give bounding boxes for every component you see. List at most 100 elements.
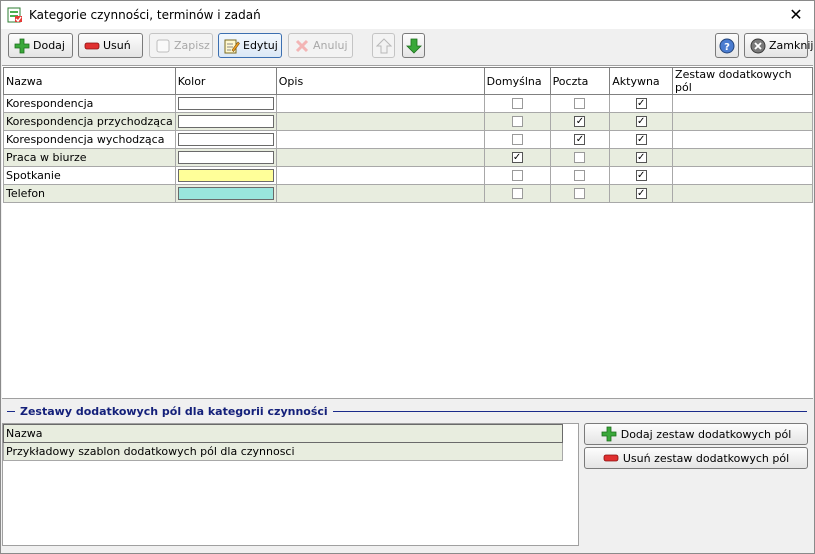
minus-icon	[603, 454, 619, 462]
arrow-down-icon	[406, 38, 422, 54]
default-checkbox[interactable]	[511, 188, 523, 199]
category-description-cell[interactable]	[275, 166, 485, 185]
table-row[interactable]: Korespondencja przychodząca ✓ ✓	[3, 112, 813, 131]
category-default-cell	[483, 94, 551, 113]
category-name-cell[interactable]: Korespondencja przychodząca	[3, 112, 176, 131]
categories-grid[interactable]: Nazwa Kolor Opis Domyślna Poczta Aktywna…	[2, 65, 813, 399]
field-sets-grid[interactable]: Nazwa Przykładowy szablon dodatkowych pó…	[2, 423, 579, 546]
column-header-active[interactable]: Aktywna	[609, 67, 674, 95]
category-name-cell[interactable]: Korespondencja	[3, 94, 176, 113]
plus-icon	[14, 38, 30, 53]
categories-table: Nazwa Kolor Opis Domyślna Poczta Aktywna…	[3, 67, 813, 203]
add-button[interactable]: Dodaj	[8, 33, 73, 58]
category-active-cell: ✓	[609, 94, 674, 113]
edit-button[interactable]: Edytuj	[218, 33, 282, 58]
column-header-field-set-name[interactable]: Nazwa	[3, 424, 563, 443]
category-default-cell	[483, 130, 551, 149]
edit-icon	[224, 39, 240, 53]
default-checkbox[interactable]	[511, 170, 523, 181]
category-name-cell[interactable]: Korespondencja wychodząca	[3, 130, 176, 149]
active-checkbox[interactable]: ✓	[635, 134, 647, 145]
window-title: Kategorie czynności, terminów i zadań	[29, 8, 261, 22]
category-default-cell: ✓	[483, 148, 551, 167]
category-description-cell[interactable]	[275, 148, 485, 167]
category-default-cell	[483, 166, 551, 185]
column-header-name[interactable]: Nazwa	[3, 67, 176, 95]
column-header-default[interactable]: Domyślna	[483, 67, 551, 95]
arrow-up-icon	[376, 37, 392, 53]
column-header-description[interactable]: Opis	[275, 67, 485, 95]
column-header-field-set[interactable]: Zestaw dodatkowych pól	[672, 67, 813, 95]
category-name-cell[interactable]: Telefon	[3, 184, 176, 203]
svg-text:?: ?	[724, 42, 730, 53]
category-field-set-cell[interactable]	[672, 166, 813, 185]
dialog-window: Kategorie czynności, terminów i zadań ✕ …	[0, 0, 815, 554]
category-color-cell[interactable]	[174, 166, 277, 185]
category-color-cell[interactable]	[174, 112, 277, 131]
help-button[interactable]: ?	[715, 33, 739, 58]
field-sets-section-header: Zestawy dodatkowych pól dla kategorii cz…	[7, 403, 807, 419]
category-color-cell[interactable]	[174, 130, 277, 149]
default-checkbox[interactable]: ✓	[511, 152, 523, 163]
table-row[interactable]: Telefon ✓	[3, 184, 813, 203]
category-field-set-cell[interactable]	[672, 184, 813, 203]
move-down-button[interactable]	[402, 33, 425, 58]
column-header-color[interactable]: Kolor	[174, 67, 277, 95]
active-checkbox[interactable]: ✓	[635, 152, 647, 163]
active-checkbox[interactable]: ✓	[635, 98, 647, 109]
category-mail-cell: ✓	[549, 130, 611, 149]
table-row[interactable]: Spotkanie ✓	[3, 166, 813, 185]
close-window-button[interactable]: ✕	[786, 5, 806, 25]
category-field-set-cell[interactable]	[672, 94, 813, 113]
mail-checkbox[interactable]	[574, 170, 586, 181]
table-row[interactable]: Praca w biurze ✓ ✓	[3, 148, 813, 167]
color-swatch	[177, 187, 274, 200]
category-field-set-cell[interactable]	[672, 148, 813, 167]
close-button[interactable]: Zamknij	[744, 33, 813, 58]
default-checkbox[interactable]	[511, 116, 523, 127]
move-up-button[interactable]	[372, 33, 395, 58]
category-name-cell[interactable]: Spotkanie	[3, 166, 176, 185]
mail-checkbox[interactable]: ✓	[574, 116, 586, 127]
active-checkbox[interactable]: ✓	[635, 170, 647, 181]
cancel-button[interactable]: Anuluj	[288, 33, 353, 58]
category-description-cell[interactable]	[275, 112, 485, 131]
category-default-cell	[483, 112, 551, 131]
color-swatch	[177, 151, 274, 164]
category-color-cell[interactable]	[174, 94, 277, 113]
mail-checkbox[interactable]	[574, 188, 586, 199]
remove-button[interactable]: Usuń	[78, 33, 143, 58]
table-row[interactable]: Korespondencja wychodząca ✓ ✓	[3, 130, 813, 149]
field-sets-section-title: Zestawy dodatkowych pól dla kategorii cz…	[20, 404, 328, 418]
edit-button-label: Edytuj	[243, 39, 278, 52]
remove-field-set-button[interactable]: Usuń zestaw dodatkowych pól	[584, 447, 808, 469]
mail-checkbox[interactable]: ✓	[574, 134, 586, 145]
color-swatch	[177, 115, 274, 128]
column-header-mail[interactable]: Poczta	[549, 67, 611, 95]
category-description-cell[interactable]	[275, 130, 485, 149]
category-color-cell[interactable]	[174, 184, 277, 203]
add-field-set-button[interactable]: Dodaj zestaw dodatkowych pól	[584, 423, 808, 445]
default-checkbox[interactable]	[511, 134, 523, 145]
mail-checkbox[interactable]	[574, 152, 586, 163]
category-active-cell: ✓	[609, 166, 674, 185]
default-checkbox[interactable]	[511, 98, 523, 109]
save-button[interactable]: Zapisz	[149, 33, 213, 58]
field-set-name-cell[interactable]: Przykładowy szablon dodatkowych pól dla …	[3, 442, 563, 461]
field-sets-table: Nazwa Przykładowy szablon dodatkowych pó…	[3, 424, 563, 461]
category-description-cell[interactable]	[275, 94, 485, 113]
table-row[interactable]: Korespondencja ✓	[3, 94, 813, 113]
active-checkbox[interactable]: ✓	[635, 116, 647, 127]
category-color-cell[interactable]	[174, 148, 277, 167]
category-field-set-cell[interactable]	[672, 130, 813, 149]
category-field-set-cell[interactable]	[672, 112, 813, 131]
active-checkbox[interactable]: ✓	[635, 188, 647, 199]
category-name-cell[interactable]: Praca w biurze	[3, 148, 176, 167]
category-description-cell[interactable]	[275, 184, 485, 203]
color-swatch	[177, 169, 274, 182]
save-icon	[156, 39, 170, 52]
section-divider	[7, 410, 15, 412]
mail-checkbox[interactable]	[574, 98, 586, 109]
minus-icon	[84, 42, 100, 49]
table-row[interactable]: Przykładowy szablon dodatkowych pól dla …	[3, 442, 563, 461]
